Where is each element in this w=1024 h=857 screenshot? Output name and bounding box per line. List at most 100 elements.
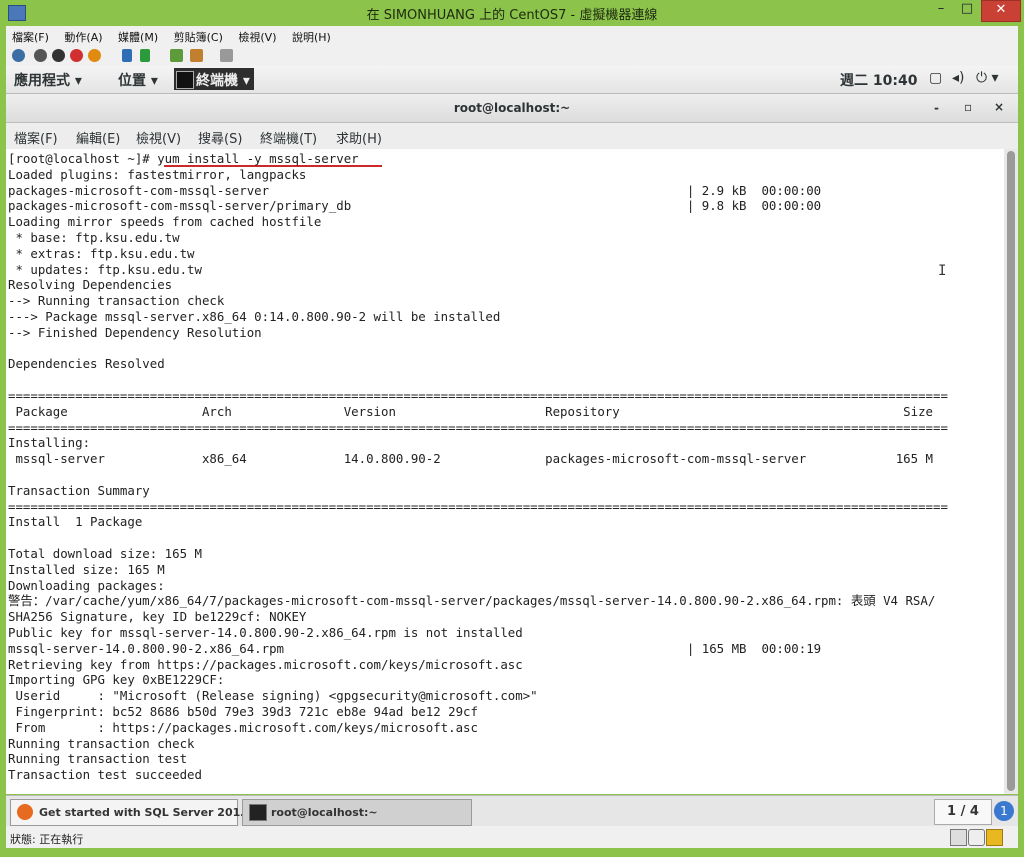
close-button[interactable]: ✕ xyxy=(981,0,1021,22)
notification-badge-icon[interactable]: 1 xyxy=(994,801,1014,821)
terminal-menu-view[interactable]: 檢視(V) xyxy=(136,128,181,147)
terminal-titlebar[interactable]: root@localhost:~ - ▫ × xyxy=(6,94,1018,123)
terminal-line: ========================================… xyxy=(8,419,948,435)
terminal-app-menu[interactable]: 終端機 ▾ xyxy=(174,68,254,90)
window-titlebar[interactable]: 在 SIMONHUANG 上的 CentOS7 - 虛擬機器連線 – □ ✕ xyxy=(0,0,1024,26)
terminal-line: Install 1 Package xyxy=(8,514,143,530)
text-cursor-icon: I xyxy=(938,263,947,279)
terminal-line: Loaded plugins: fastestmirror, langpacks xyxy=(8,166,307,182)
workspace-pager[interactable]: 1 / 4 xyxy=(934,799,992,825)
pause-icon[interactable] xyxy=(122,49,132,62)
turn-off-icon[interactable] xyxy=(52,49,65,62)
keyboard-icon xyxy=(950,829,967,846)
revert-icon[interactable] xyxy=(190,49,203,62)
power-menu[interactable]: ⏻ ▾ xyxy=(976,70,999,86)
terminal-line: From : https://packages.microsoft.com/ke… xyxy=(8,719,478,735)
host-toolbar xyxy=(6,46,1018,67)
terminal-line: mssql-server-14.0.800.90-2.x86_64.rpm | … xyxy=(8,640,822,656)
terminal-line: ---> Package mssql-server.x86_64 0:14.0.… xyxy=(8,309,501,324)
terminal-line: 警告：/var/cache/yum/x86_64/7/packages-micr… xyxy=(8,593,936,609)
terminal-output[interactable]: I [root@localhost ~]# yum install -y mss… xyxy=(6,149,1004,794)
menu-view[interactable]: 檢視(V) xyxy=(232,26,282,45)
minimize-button[interactable]: – xyxy=(928,0,954,20)
terminal-line: Transaction Summary xyxy=(8,482,150,498)
ctrl-alt-del-icon[interactable] xyxy=(12,49,25,62)
terminal-line: Package Arch Version Repository Size xyxy=(8,403,934,419)
terminal-line: Downloading packages: xyxy=(8,577,165,593)
terminal-menu-search[interactable]: 搜尋(S) xyxy=(198,128,242,147)
task-terminal[interactable]: root@localhost:~ xyxy=(242,799,472,826)
task-firefox[interactable]: Get started with SQL Server 201… xyxy=(10,799,251,826)
checkpoint-icon[interactable] xyxy=(170,49,183,62)
menu-help[interactable]: 說明(H) xyxy=(286,26,337,45)
terminal-line: Resolving Dependencies xyxy=(8,277,173,293)
enhanced-session-icon[interactable] xyxy=(220,49,233,62)
terminal-menu-edit[interactable]: 編輯(E) xyxy=(76,128,120,147)
terminal-app-label: 終端機 ▾ xyxy=(196,73,250,89)
gnome-bottom-taskbar: Get started with SQL Server 201… root@lo… xyxy=(6,795,1018,827)
shutdown-icon[interactable] xyxy=(70,49,83,62)
firefox-icon xyxy=(17,804,33,820)
terminal-title: root@localhost:~ xyxy=(453,101,571,115)
terminal-line: Retrieving key from https://packages.mic… xyxy=(8,656,523,672)
terminal-line: mssql-server x86_64 14.0.800.90-2 packag… xyxy=(8,451,934,467)
terminal-line: packages-microsoft-com-mssql-server | 2.… xyxy=(8,182,822,198)
terminal-line: Loading mirror speeds from cached hostfi… xyxy=(8,214,322,230)
applications-menu[interactable]: 應用程式 ▾ xyxy=(14,70,82,90)
terminal-line: Running transaction test xyxy=(8,751,188,767)
window-icon[interactable]: ▢ xyxy=(929,70,942,86)
terminal-line: * base: ftp.ksu.edu.tw xyxy=(8,230,180,245)
task-terminal-label: root@localhost:~ xyxy=(271,806,378,819)
terminal-maximize-button[interactable]: ▫ xyxy=(964,100,972,114)
terminal-line: Running transaction check xyxy=(8,735,195,751)
terminal-minimize-button[interactable]: - xyxy=(934,101,939,115)
start-icon[interactable] xyxy=(34,49,47,62)
terminal-line: Installing: xyxy=(8,435,91,451)
terminal-line: Public key for mssql-server-14.0.800.90-… xyxy=(8,625,523,640)
task-firefox-label: Get started with SQL Server 201… xyxy=(39,806,252,819)
terminal-line: ========================================… xyxy=(8,388,948,403)
terminal-line: Fingerprint: bc52 8686 b50d 79e3 39d3 72… xyxy=(8,704,478,719)
lock-icon xyxy=(986,829,1003,846)
vm-connection-window: 在 SIMONHUANG 上的 CentOS7 - 虛擬機器連線 – □ ✕ 檔… xyxy=(0,0,1024,857)
terminal-menubar: 檔案(F) 編輯(E) 檢視(V) 搜尋(S) 終端機(T) 求助(H) xyxy=(6,123,1018,150)
terminal-menu-terminal[interactable]: 終端機(T) xyxy=(260,128,317,147)
terminal-line: Installed size: 165 M xyxy=(8,561,165,577)
terminal-line: Userid : "Microsoft (Release signing) <g… xyxy=(8,688,538,704)
terminal-line: packages-microsoft-com-mssql-server/prim… xyxy=(8,198,822,214)
terminal-line: SHA256 Signature, key ID be1229cf: NOKEY xyxy=(8,609,307,625)
terminal-line: [root@localhost ~]# yum install -y mssql… xyxy=(8,151,359,166)
terminal-close-button[interactable]: × xyxy=(994,100,1004,114)
terminal-line: --> Running transaction check xyxy=(8,293,225,309)
host-statusbar: 狀態: 正在執行 xyxy=(6,826,1018,848)
terminal-line: --> Finished Dependency Resolution xyxy=(8,324,262,340)
terminal-line: Transaction test succeeded xyxy=(8,767,202,783)
terminal-icon xyxy=(176,71,194,89)
terminal-task-icon xyxy=(249,804,267,821)
terminal-line: * updates: ftp.ksu.edu.tw xyxy=(8,261,202,277)
terminal-line: Dependencies Resolved xyxy=(8,356,165,372)
terminal-scrollbar[interactable] xyxy=(1004,149,1018,794)
menu-clipboard[interactable]: 剪貼簿(C) xyxy=(168,26,229,45)
maximize-button[interactable]: □ xyxy=(954,0,980,20)
volume-icon[interactable]: ◂) xyxy=(952,70,965,86)
terminal-line: Importing GPG key 0xBE1229CF: xyxy=(8,672,225,688)
terminal-line: * extras: ftp.ksu.edu.tw xyxy=(8,245,195,261)
places-menu[interactable]: 位置 ▾ xyxy=(118,70,158,90)
menu-action[interactable]: 動作(A) xyxy=(58,26,108,45)
menu-file[interactable]: 檔案(F) xyxy=(6,26,55,45)
terminal-menu-file[interactable]: 檔案(F) xyxy=(14,128,58,147)
terminal-line: ========================================… xyxy=(8,498,948,514)
save-state-icon[interactable] xyxy=(88,49,101,62)
window-title: 在 SIMONHUANG 上的 CentOS7 - 虛擬機器連線 xyxy=(366,8,658,23)
scrollbar-thumb[interactable] xyxy=(1007,151,1015,791)
menu-media[interactable]: 媒體(M) xyxy=(112,26,164,45)
mouse-icon xyxy=(968,829,985,846)
gnome-top-panel: 應用程式 ▾ 位置 ▾ 終端機 ▾ 週二 10:40 ▢ ◂) ⏻ ▾ xyxy=(6,66,1018,94)
terminal-line: Total download size: 165 M xyxy=(8,546,202,561)
clock[interactable]: 週二 10:40 xyxy=(840,70,917,90)
status-label: 狀態: 正在執行 xyxy=(10,833,84,846)
terminal-menu-help[interactable]: 求助(H) xyxy=(336,128,382,147)
resume-icon[interactable] xyxy=(140,49,150,62)
host-menubar: 檔案(F) 動作(A) 媒體(M) 剪貼簿(C) 檢視(V) 說明(H) xyxy=(6,26,1018,46)
